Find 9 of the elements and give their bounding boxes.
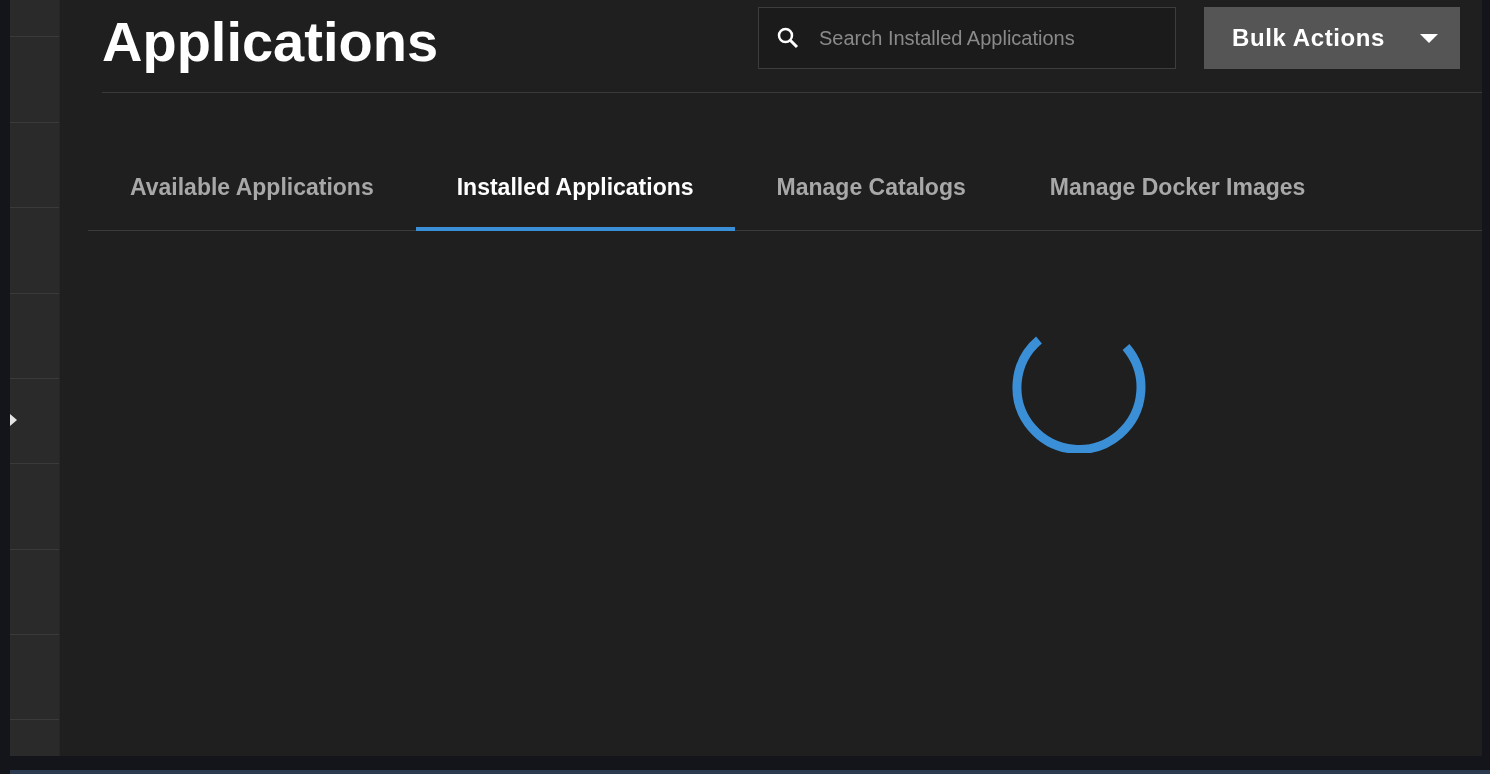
caret-icon xyxy=(1420,33,1438,43)
bulk-actions-button[interactable]: Bulk Actions xyxy=(1204,7,1460,69)
tab[interactable]: Manage Docker Images xyxy=(1007,148,1348,231)
expand-arrow-icon[interactable] xyxy=(10,414,17,426)
tab[interactable]: Manage Catalogs xyxy=(734,148,1008,231)
tab[interactable]: Installed Applications xyxy=(415,148,735,231)
search-icon xyxy=(776,26,800,50)
search-field[interactable]: Search Installed Applications xyxy=(758,7,1176,69)
tab[interactable]: Available Applications xyxy=(88,148,416,231)
